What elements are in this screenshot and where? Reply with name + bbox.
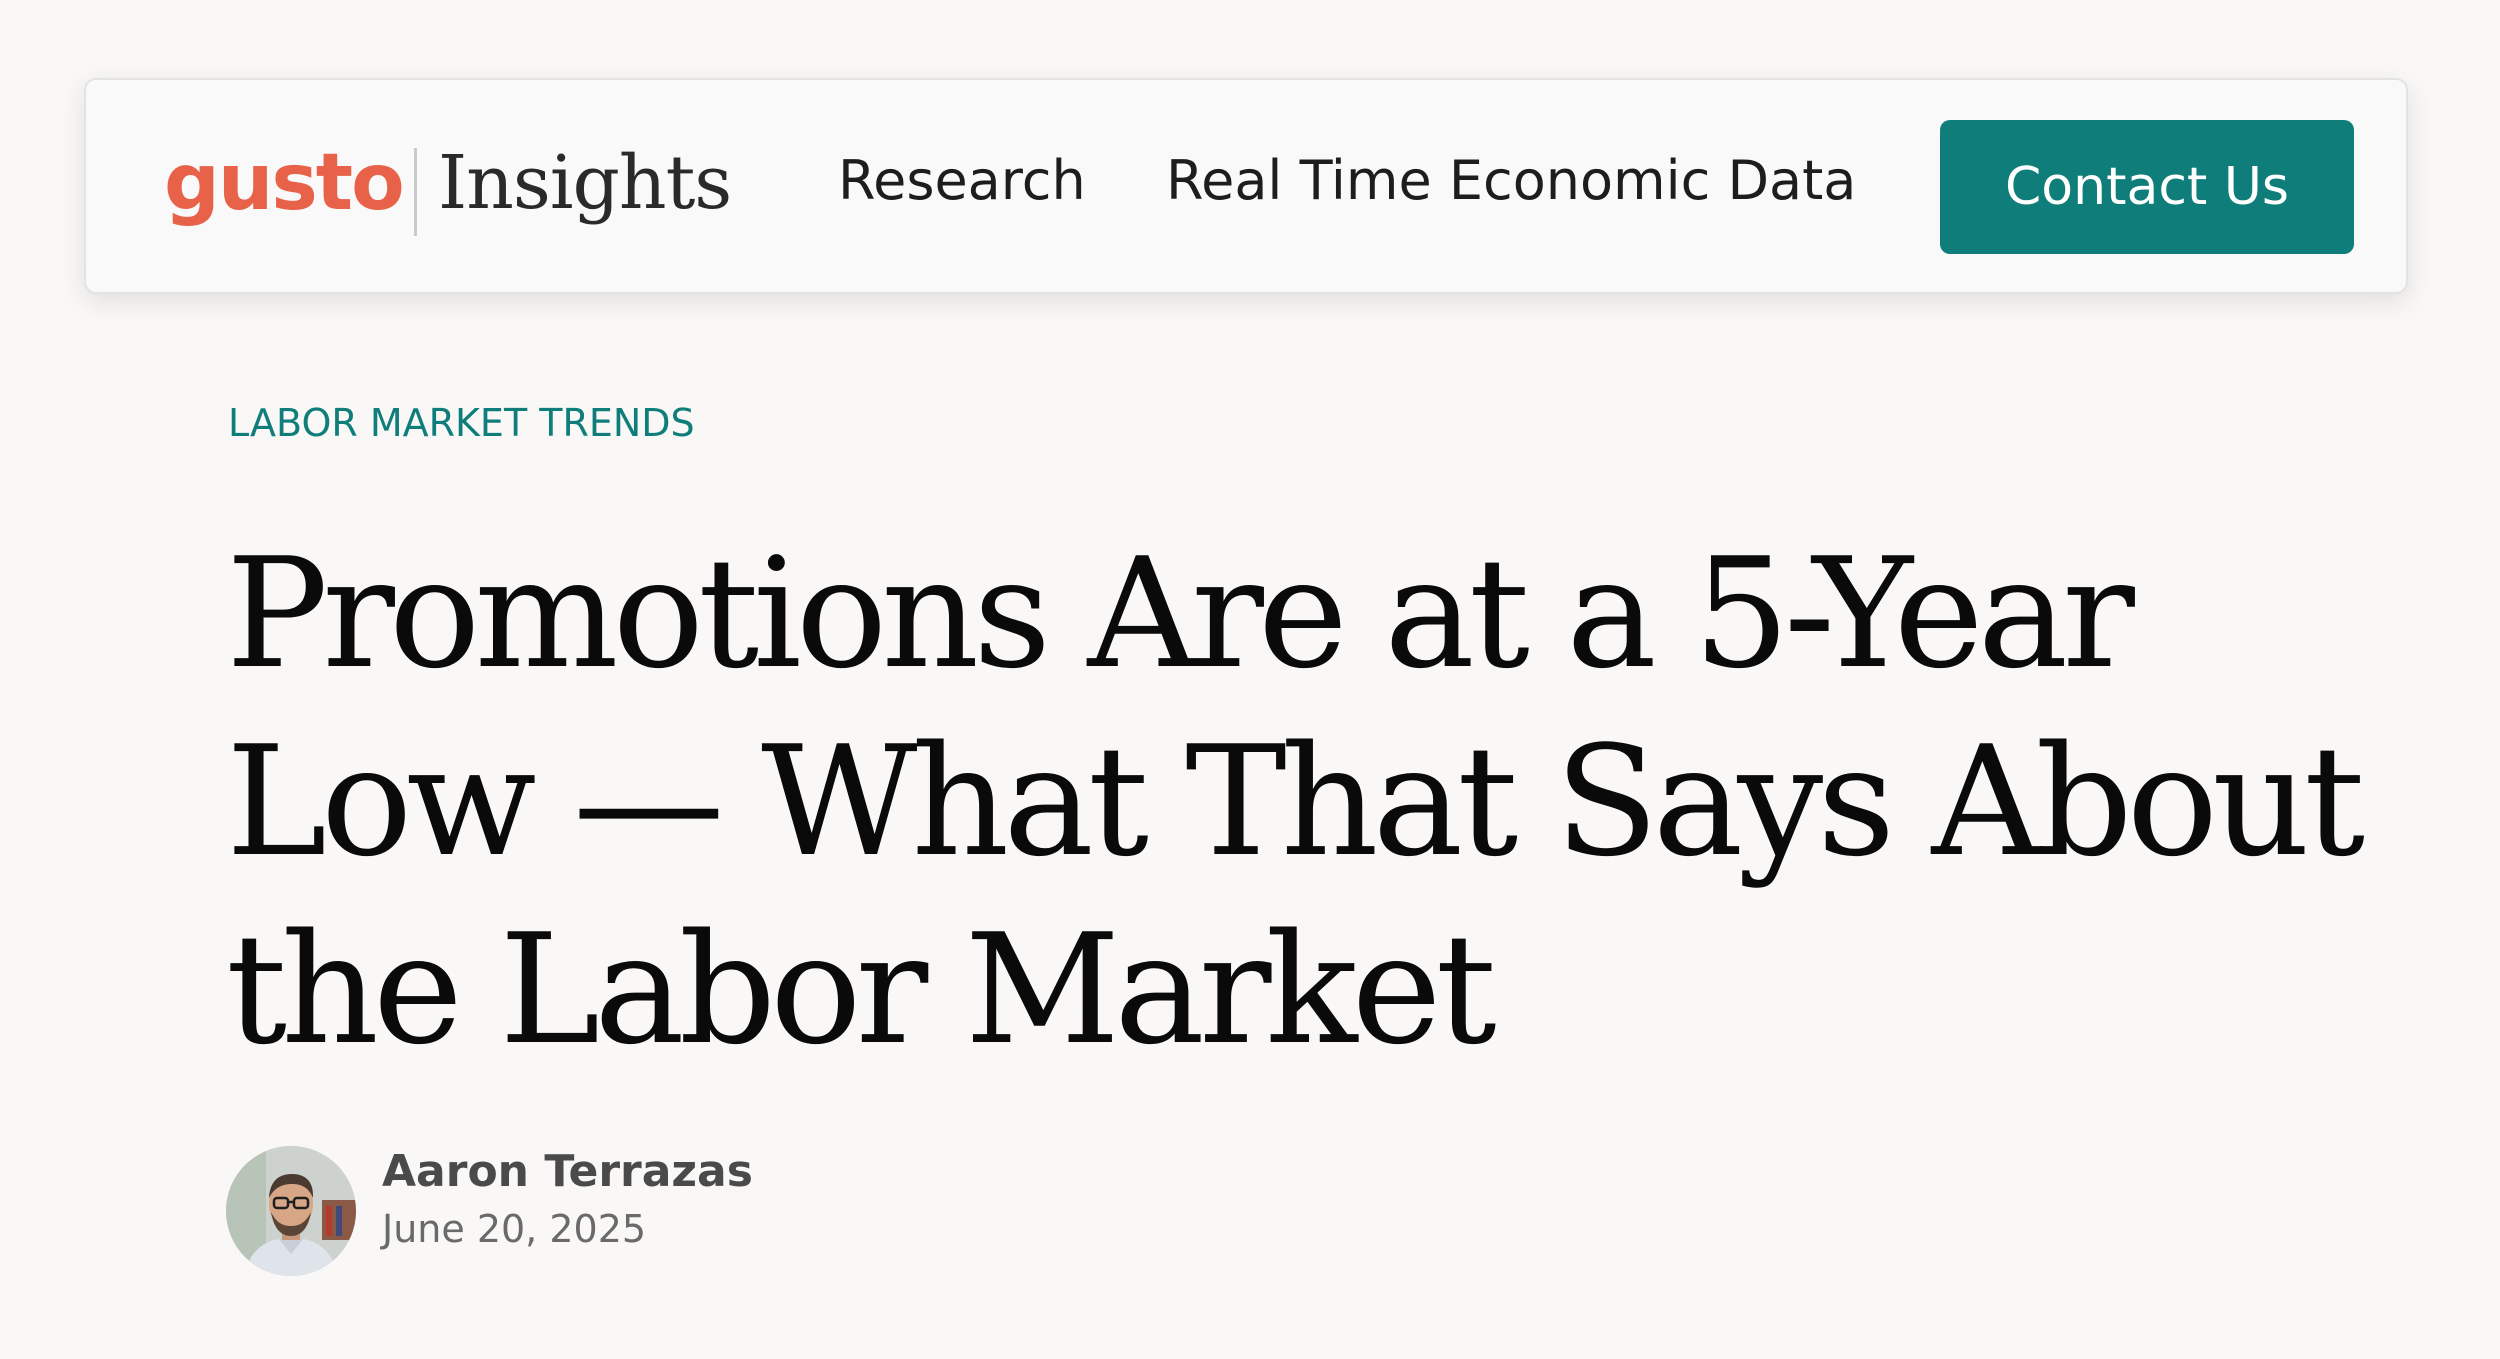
logo-divider [414,148,417,236]
insights-wordmark[interactable]: Insights [438,146,732,220]
article-title: Promotions Are at a 5-Year Low — What Th… [226,525,2365,1078]
gusto-logo[interactable]: gusto [164,144,405,222]
publish-date: June 20, 2025 [382,1207,647,1251]
author-photo-icon [226,1146,356,1276]
category-link[interactable]: LABOR MARKET TRENDS [228,404,695,442]
author-avatar [226,1146,356,1276]
top-navigation: gusto Insights Research Real Time Econom… [84,78,2408,294]
nav-link-research[interactable]: Research [838,154,1086,208]
contact-us-button[interactable]: Contact Us [1940,120,2354,254]
author-name[interactable]: Aaron Terrazas [382,1150,753,1194]
nav-link-real-time-economic-data[interactable]: Real Time Economic Data [1166,154,1856,208]
